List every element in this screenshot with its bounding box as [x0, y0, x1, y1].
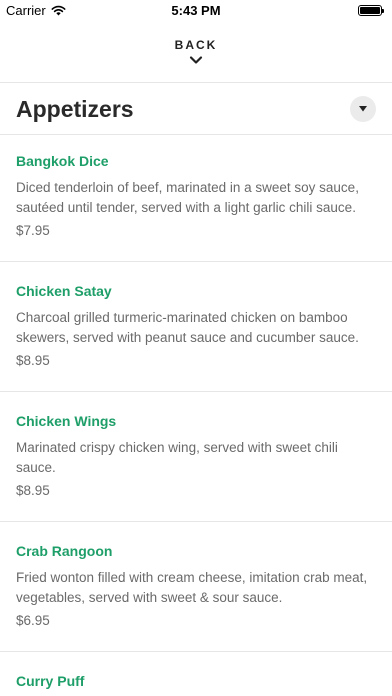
battery-icon	[358, 5, 384, 16]
item-description: Diced tenderloin of beef, marinated in a…	[16, 180, 359, 215]
item-description: Marinated crispy chicken wing, served wi…	[16, 440, 338, 475]
divider	[0, 261, 392, 262]
divider	[0, 651, 392, 652]
divider	[0, 521, 392, 522]
item-name: Chicken Satay	[16, 283, 112, 299]
divider	[0, 82, 392, 83]
divider	[0, 391, 392, 392]
menu-item[interactable]: Crab Rangoon Fried wonton filled with cr…	[0, 524, 392, 651]
item-name: Bangkok Dice	[16, 153, 109, 169]
item-price: $7.95	[16, 223, 50, 238]
status-bar: Carrier 5:43 PM	[0, 0, 392, 22]
back-button[interactable]: BACK	[0, 34, 392, 74]
caret-down-icon	[359, 106, 367, 112]
menu-item[interactable]: Bangkok Dice Diced tenderloin of beef, m…	[0, 134, 392, 261]
item-price: $8.95	[16, 353, 50, 368]
back-label: BACK	[174, 38, 218, 52]
item-description: Fried wonton filled with cream cheese, i…	[16, 570, 368, 605]
item-price: $8.95	[16, 483, 50, 498]
section-header: Appetizers	[0, 84, 392, 134]
status-time: 5:43 PM	[171, 3, 221, 18]
menu-item[interactable]: Curry Puff	[0, 654, 392, 696]
section-toggle-button[interactable]	[350, 96, 376, 122]
item-name: Curry Puff	[16, 673, 85, 689]
item-name: Chicken Wings	[16, 413, 117, 429]
item-price: $6.95	[16, 613, 50, 628]
item-description: Charcoal grilled turmeric-marinated chic…	[16, 310, 359, 345]
item-name: Crab Rangoon	[16, 543, 113, 559]
menu-item[interactable]: Chicken Wings Marinated crispy chicken w…	[0, 394, 392, 521]
chevron-down-icon	[189, 56, 203, 64]
menu-item[interactable]: Chicken Satay Charcoal grilled turmeric-…	[0, 264, 392, 391]
section-title: Appetizers	[16, 96, 134, 122]
